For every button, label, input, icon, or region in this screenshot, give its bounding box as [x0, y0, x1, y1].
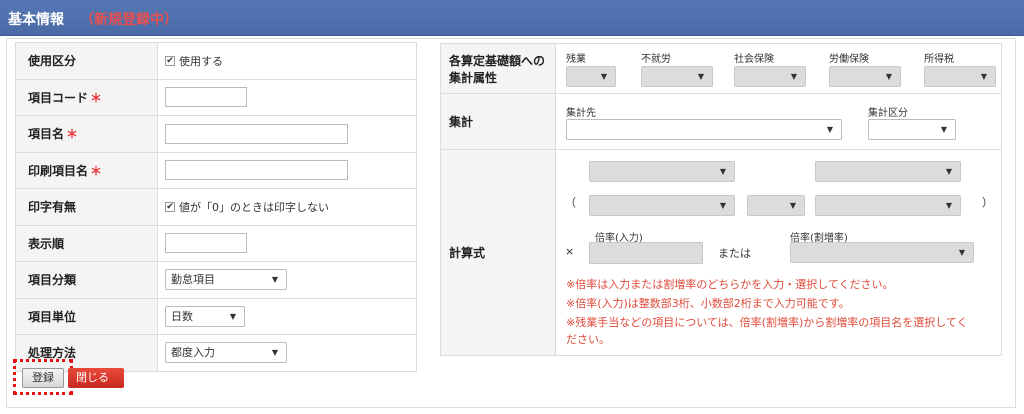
- unit-label: 項目単位: [15, 297, 158, 335]
- close-button[interactable]: 閉じる: [68, 368, 124, 388]
- aggregate-type-select[interactable]: ▼: [868, 119, 956, 140]
- caret-down-icon: ▼: [697, 72, 704, 81]
- basic-info-table: 使用区分 ✔ 使用する 項目コード＊ 項目名＊ 印刷項目名＊ 印字有無 ✔ 値が「0…: [15, 42, 417, 372]
- display-order-input[interactable]: [165, 233, 247, 254]
- formula-note-3: ※残業手当などの項目については、倍率(割増率)から割増率の項目名を選択してく: [566, 316, 968, 329]
- aggregate-target-select[interactable]: ▼: [566, 119, 842, 140]
- row-attributes: 各算定基礎額への集計属性 残業 不就労 社会保険 労働保険 所得税 ▼ ▼ ▼ …: [440, 43, 1002, 94]
- item-name-input[interactable]: [165, 123, 348, 144]
- print-flag-label: 印字有無: [15, 188, 158, 226]
- category-selected: 勤怠項目: [171, 273, 215, 287]
- usage-label: 使用区分: [15, 42, 158, 80]
- row-category: 項目分類 勤怠項目 ▼: [15, 261, 417, 299]
- required-mark: ＊: [90, 163, 103, 178]
- required-mark: ＊: [90, 90, 103, 105]
- row-print-name: 印刷項目名＊: [15, 151, 417, 189]
- attr-col-income-tax: 所得税: [924, 54, 954, 65]
- caret-down-icon: ▼: [790, 72, 797, 81]
- attr-col-social-ins: 社会保険: [734, 54, 774, 65]
- formula-operator-select[interactable]: ▼: [747, 195, 805, 216]
- caret-down-icon: ▼: [229, 311, 236, 321]
- method-selected: 都度入力: [171, 346, 215, 360]
- caret-down-icon: ▼: [958, 248, 965, 257]
- unit-select[interactable]: 日数 ▼: [165, 305, 245, 327]
- caret-down-icon: ▼: [885, 72, 892, 81]
- rate-premium-select[interactable]: ▼: [790, 242, 974, 263]
- attr-absence-select[interactable]: ▼: [641, 66, 713, 87]
- aggregate-target-label: 集計先: [566, 108, 596, 119]
- formula-operand-3-select[interactable]: ▼: [589, 195, 735, 216]
- row-print-flag: 印字有無 ✔ 値が「0」のときは印字しない: [15, 188, 417, 226]
- row-item-code: 項目コード＊: [15, 78, 417, 116]
- attr-labor-ins-select[interactable]: ▼: [829, 66, 901, 87]
- formula-note-1: ※倍率は入力または割増率のどちらかを入力・選択してください。: [566, 278, 894, 291]
- required-mark: ＊: [66, 127, 79, 142]
- formula-note-4: ださい。: [566, 333, 610, 346]
- category-select[interactable]: 勤怠項目 ▼: [165, 269, 287, 291]
- caret-down-icon: ▼: [945, 201, 952, 210]
- aggregate-label: 集計: [440, 93, 556, 150]
- print-name-input[interactable]: [165, 160, 348, 181]
- item-name-label: 項目名: [28, 127, 65, 142]
- print-flag-check-label: 値が「0」のときは印字しない: [179, 200, 329, 214]
- row-aggregate: 集計 集計先 集計区分 ▼ ▼: [440, 93, 1002, 150]
- category-label: 項目分類: [15, 261, 158, 299]
- display-order-label: 表示順: [15, 224, 158, 262]
- attr-income-tax-select[interactable]: ▼: [924, 66, 996, 87]
- or-text: または: [718, 247, 751, 260]
- caret-down-icon: ▼: [789, 201, 796, 210]
- header-bar: 基本情報 （新規登録中）: [0, 0, 1024, 36]
- page-title: 基本情報: [8, 12, 64, 28]
- caret-down-icon: ▼: [271, 348, 278, 358]
- caret-down-icon: ▼: [945, 167, 952, 176]
- caret-down-icon: ▼: [600, 72, 607, 81]
- aggregate-type-label: 集計区分: [868, 108, 908, 119]
- print-name-label: 印刷項目名: [28, 163, 89, 178]
- formula-label: 計算式: [440, 149, 556, 356]
- caret-down-icon: ▼: [271, 275, 278, 285]
- formula-operand-4-select[interactable]: ▼: [815, 195, 961, 216]
- formula-operand-1-select[interactable]: ▼: [589, 161, 735, 182]
- caret-down-icon: ▼: [826, 125, 833, 134]
- method-select[interactable]: 都度入力 ▼: [165, 342, 287, 364]
- caret-down-icon: ▼: [980, 72, 987, 81]
- print-flag-checkbox[interactable]: ✔: [165, 201, 175, 212]
- usage-check-label: 使用する: [179, 54, 223, 68]
- item-code-input[interactable]: [165, 87, 247, 108]
- row-unit: 項目単位 日数 ▼: [15, 297, 417, 335]
- attr-social-ins-select[interactable]: ▼: [734, 66, 806, 87]
- row-display-order: 表示順: [15, 224, 417, 262]
- attr-col-absence: 不就労: [641, 54, 671, 65]
- attributes-label: 各算定基礎額への集計属性: [440, 43, 556, 94]
- open-paren: （: [565, 196, 576, 209]
- item-code-label: 項目コード: [28, 90, 89, 105]
- row-item-name: 項目名＊: [15, 115, 417, 153]
- caret-down-icon: ▼: [940, 125, 947, 134]
- rate-input-field[interactable]: [589, 242, 703, 264]
- row-usage: 使用区分 ✔ 使用する: [15, 42, 417, 80]
- formula-note-2: ※倍率(入力)は整数部3桁、小数部2桁まで入力可能です。: [566, 297, 850, 310]
- usage-checkbox[interactable]: ✔: [165, 55, 175, 66]
- caret-down-icon: ▼: [719, 201, 726, 210]
- attr-overtime-select[interactable]: ▼: [566, 66, 616, 87]
- register-button[interactable]: 登録: [22, 368, 64, 388]
- attr-col-labor-ins: 労働保険: [829, 54, 869, 65]
- close-paren: ）: [982, 196, 993, 209]
- times-symbol: ×: [565, 245, 575, 258]
- formula-operand-2-select[interactable]: ▼: [815, 161, 961, 182]
- row-method: 処理方法 都度入力 ▼: [15, 334, 417, 372]
- attr-col-overtime: 残業: [566, 54, 586, 65]
- unit-selected: 日数: [171, 309, 193, 323]
- page-status: （新規登録中）: [80, 12, 178, 28]
- caret-down-icon: ▼: [719, 167, 726, 176]
